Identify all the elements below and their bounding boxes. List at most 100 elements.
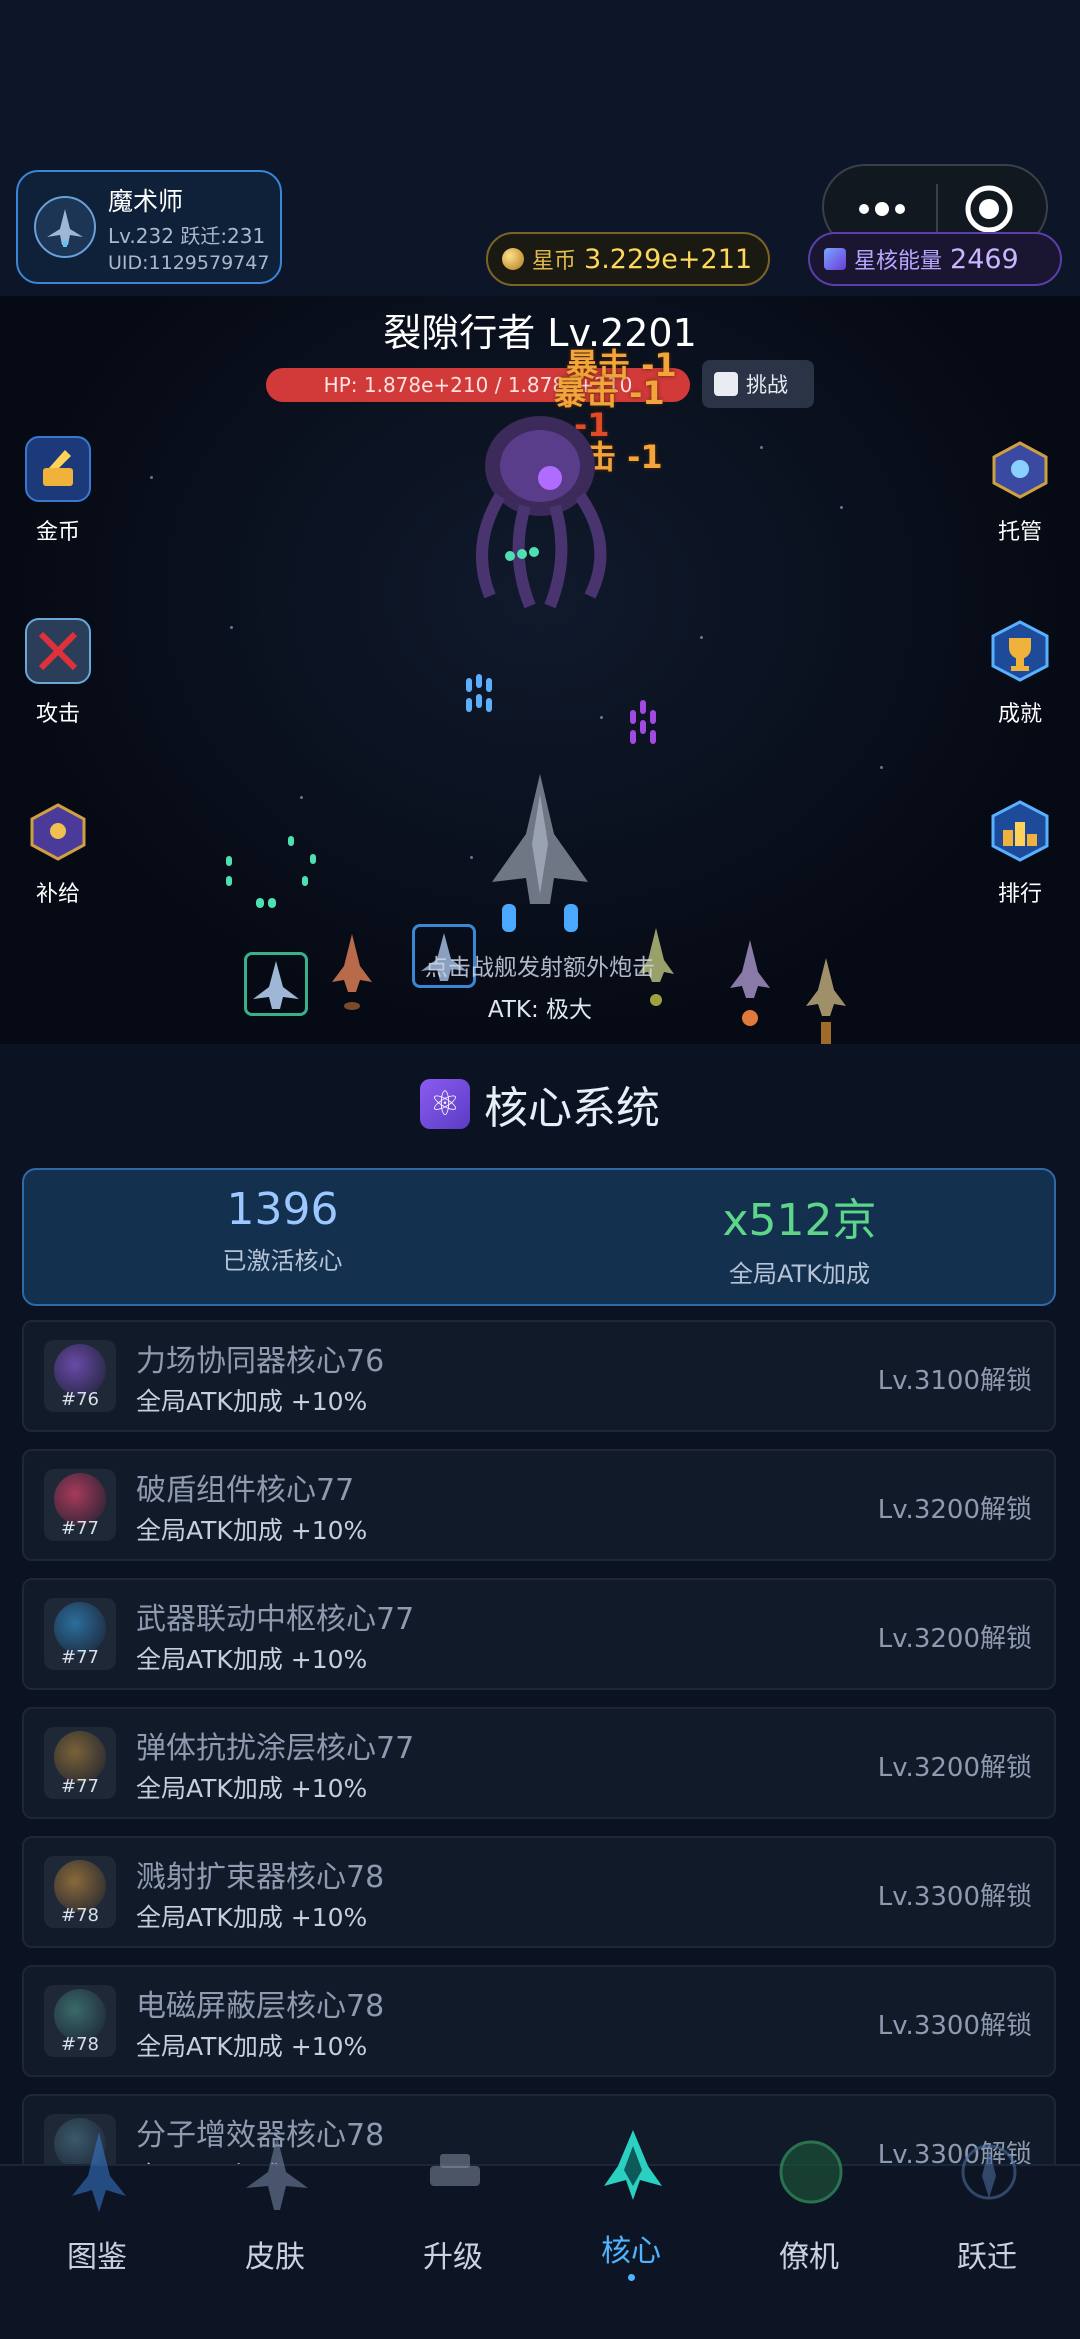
nav-label: 图鉴	[67, 2240, 127, 2275]
challenge-label: 挑战	[746, 373, 788, 397]
skin-icon	[246, 2136, 308, 2210]
core-item-icon: #77	[44, 1598, 116, 1670]
star-coin-value: 3.229e+211	[584, 243, 753, 275]
core-item-icon: #78	[44, 1856, 116, 1928]
nav-tab-core[interactable]: 核心	[542, 2130, 720, 2339]
core-item-icon: #77	[44, 1469, 116, 1541]
more-icon[interactable]	[854, 192, 910, 226]
core-unlock-requirement: Lv.3300解锁	[877, 2011, 1032, 2041]
activated-cores-label: 已激活核心	[222, 1247, 343, 1275]
active-indicator	[628, 2274, 635, 2281]
upgrade-icon	[430, 2154, 480, 2186]
core-summary-panel: 1396 已激活核心 x512京 全局ATK加成	[22, 1168, 1056, 1306]
activated-cores-stat: 1396 已激活核心	[24, 1184, 541, 1276]
global-atk-bonus-label: 全局ATK加成	[729, 1260, 870, 1288]
side-button-label: 攻击	[35, 702, 80, 727]
player-profile-card[interactable]: 魔术师 Lv.232 跃迁:231 UID:1129579747	[16, 170, 282, 284]
side-button-achievement[interactable]: 成就	[960, 618, 1080, 728]
player-uid: UID:1129579747	[108, 252, 270, 274]
core-number: #78	[61, 1905, 99, 1926]
core-number: #77	[61, 1518, 99, 1539]
side-button-supply[interactable]: 补给	[0, 798, 118, 908]
bullet-cluster	[466, 674, 492, 712]
core-energy-counter: 星核能量 2469	[808, 232, 1062, 286]
nav-label: 皮肤	[245, 2240, 305, 2275]
nav-tab-wingman[interactable]: 僚机	[720, 2140, 898, 2339]
challenge-checkbox[interactable]	[714, 372, 738, 396]
nav-tab-warp[interactable]: 跃迁	[898, 2144, 1076, 2339]
core-item-icon: #78	[44, 1985, 116, 2057]
core-number: #77	[61, 1647, 99, 1668]
star-coin-counter: 星币 3.229e+211	[486, 232, 770, 286]
side-button-label: 成就	[997, 702, 1042, 727]
core-row[interactable]: #77 破盾组件核心77 全局ATK加成 +10% Lv.3200解锁	[22, 1449, 1056, 1561]
codex-icon	[72, 2132, 126, 2212]
nav-label: 跃迁	[957, 2240, 1017, 2275]
nav-label: 核心	[601, 2234, 661, 2269]
nav-label: 僚机	[779, 2240, 839, 2275]
side-button-label: 排行	[997, 882, 1042, 907]
nav-tab-upgrade[interactable]: 升级	[364, 2154, 542, 2339]
podium-icon	[987, 798, 1053, 864]
side-button-label: 金币	[35, 520, 80, 545]
trophy-icon	[987, 618, 1053, 684]
core-energy-label: 星核能量	[854, 249, 943, 274]
challenge-toggle[interactable]: 挑战	[702, 360, 814, 408]
core-name: 破盾组件核心77	[136, 1473, 355, 1508]
side-button-label: 补给	[35, 882, 80, 907]
battle-area[interactable]: 裂隙行者 Lv.2201 HP: 1.878e+210 / 1.878e+210…	[0, 296, 1080, 1044]
core-effect: 全局ATK加成 +10%	[136, 1516, 368, 1545]
warp-icon	[961, 2144, 1017, 2200]
core-effect: 全局ATK加成 +10%	[136, 1387, 368, 1416]
core-name: 电磁屏蔽层核心78	[136, 1989, 385, 2024]
supply-box-icon	[25, 798, 91, 864]
energy-icon	[824, 248, 846, 270]
nav-tab-codex[interactable]: 图鉴	[8, 2132, 186, 2339]
core-number: #76	[61, 1389, 99, 1410]
wingman-icon	[779, 2140, 843, 2204]
core-effect: 全局ATK加成 +10%	[136, 1903, 368, 1932]
core-item-icon: #77	[44, 1727, 116, 1799]
bullet-cluster	[226, 836, 316, 908]
auto-cube-icon	[987, 436, 1053, 502]
crossed-swords-icon	[25, 618, 91, 684]
bullet-cluster	[630, 700, 656, 744]
side-button-auto[interactable]: 托管	[960, 436, 1080, 546]
core-unlock-requirement: Lv.3200解锁	[877, 1495, 1032, 1525]
global-atk-bonus-stat: x512京 全局ATK加成	[541, 1184, 1058, 1289]
side-button-gold[interactable]: 金币	[0, 436, 118, 546]
boss-name: 裂隙行者 Lv.2201	[383, 311, 697, 355]
core-row[interactable]: #78 溅射扩束器核心78 全局ATK加成 +10% Lv.3300解锁	[22, 1836, 1056, 1948]
player-main-ship[interactable]	[490, 774, 590, 934]
player-level: Lv.232 跃迁:231	[108, 224, 266, 248]
core-row[interactable]: #76 力场协同器核心76 全局ATK加成 +10% Lv.3100解锁	[22, 1320, 1056, 1432]
core-name: 弹体抗扰涂层核心77	[136, 1731, 415, 1766]
core-icon	[604, 2130, 662, 2200]
core-energy-value: 2469	[950, 243, 1019, 275]
core-name: 武器联动中枢核心77	[136, 1602, 415, 1637]
core-row[interactable]: #77 弹体抗扰涂层核心77 全局ATK加成 +10% Lv.3200解锁	[22, 1707, 1056, 1819]
core-unlock-requirement: Lv.3100解锁	[877, 1366, 1032, 1396]
core-system-title: ⚛ 核心系统	[0, 1072, 1080, 1136]
side-button-attack[interactable]: 攻击	[0, 618, 118, 728]
nav-label: 升级	[423, 2240, 483, 2275]
core-name: 力场协同器核心76	[136, 1344, 385, 1379]
core-title-text: 核心系统	[484, 1083, 660, 1134]
core-number: #78	[61, 2034, 99, 2055]
core-unlock-requirement: Lv.3200解锁	[877, 1624, 1032, 1654]
global-atk-bonus-value: x512京	[722, 1195, 877, 1246]
coin-icon	[502, 248, 524, 270]
core-number: #77	[61, 1776, 99, 1797]
core-row[interactable]: #77 武器联动中枢核心77 全局ATK加成 +10% Lv.3200解锁	[22, 1578, 1056, 1690]
side-button-ranking[interactable]: 排行	[960, 798, 1080, 908]
core-row[interactable]: #78 电磁屏蔽层核心78 全局ATK加成 +10% Lv.3300解锁	[22, 1965, 1056, 2077]
core-unlock-requirement: Lv.3300解锁	[877, 1882, 1032, 1912]
activated-cores-value: 1396	[226, 1184, 339, 1235]
core-name: 溅射扩束器核心78	[136, 1860, 385, 1895]
capsule-divider	[936, 184, 938, 234]
nav-tab-skin[interactable]: 皮肤	[186, 2136, 364, 2339]
close-target-icon[interactable]	[964, 184, 1014, 234]
boss-monster[interactable]	[440, 406, 640, 616]
core-effect: 全局ATK加成 +10%	[136, 1645, 368, 1674]
player-name: 魔术师	[108, 187, 184, 216]
